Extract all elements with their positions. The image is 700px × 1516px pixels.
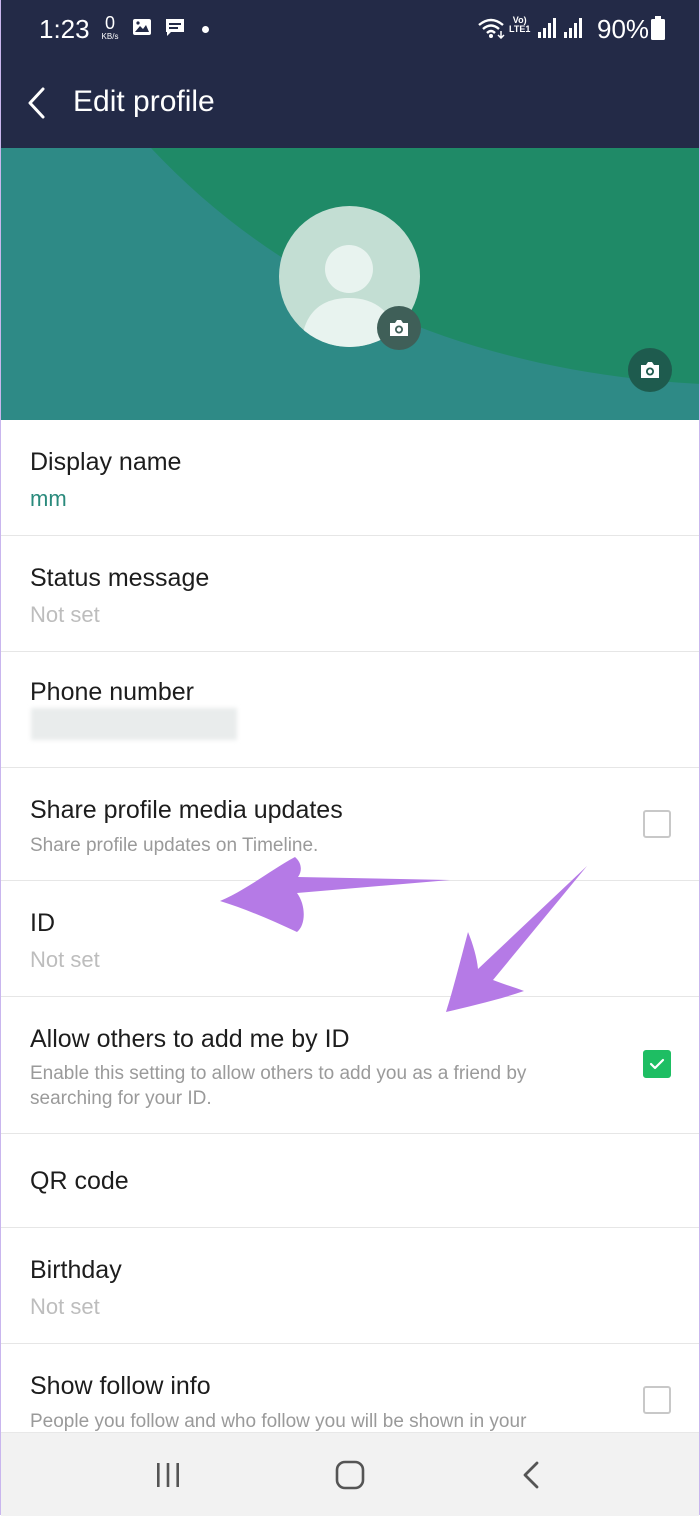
show-follow-info-desc: People you follow and who follow you wil… <box>30 1411 527 1432</box>
system-nav-bar <box>1 1432 699 1516</box>
notification-dot <box>202 26 209 33</box>
id-value: Not set <box>30 947 100 972</box>
volte-line2: LTE1 <box>509 24 531 34</box>
show-follow-info-row[interactable]: Show follow info People you follow and w… <box>1 1344 699 1444</box>
profile-cover[interactable] <box>1 148 699 420</box>
id-label: ID <box>30 909 55 937</box>
recents-icon[interactable] <box>151 1459 185 1491</box>
birthday-row[interactable]: Birthday Not set <box>1 1228 699 1344</box>
back-icon[interactable] <box>515 1459 549 1491</box>
share-media-row[interactable]: Share profile media updates Share profil… <box>1 768 699 881</box>
display-name-value: mm <box>30 486 67 511</box>
show-follow-info-label: Show follow info <box>30 1372 211 1400</box>
share-media-desc: Share profile updates on Timeline. <box>30 835 319 856</box>
volte-indicator: Vo) LTE1 <box>509 16 530 34</box>
allow-add-by-id-desc: Enable this setting to allow others to a… <box>30 1063 527 1109</box>
allow-add-by-id-checkbox[interactable] <box>643 1050 671 1078</box>
id-row[interactable]: ID Not set <box>1 881 699 997</box>
qr-code-row[interactable]: QR code <box>1 1134 699 1228</box>
display-name-label: Display name <box>30 448 182 476</box>
app-bar: Edit profile <box>1 58 699 148</box>
profile-settings-list: Display name mm Status message Not set P… <box>1 420 699 1444</box>
check-icon <box>649 1058 665 1070</box>
cover-camera-button[interactable] <box>628 348 672 392</box>
phone-number-redacted <box>31 708 237 740</box>
battery-icon <box>651 16 665 40</box>
share-media-label: Share profile media updates <box>30 796 343 824</box>
birthday-value: Not set <box>30 1294 100 1319</box>
network-speed: 0 KB/s <box>97 14 123 41</box>
signal-icon <box>538 18 556 38</box>
network-speed-unit: KB/s <box>101 32 119 41</box>
status-message-label: Status message <box>30 564 210 592</box>
signal-icon-2 <box>564 18 582 38</box>
gallery-icon <box>133 19 151 35</box>
status-bar: 1:23 0 KB/s Vo) LTE1 90% <box>1 0 699 58</box>
allow-add-by-id-label: Allow others to add me by ID <box>30 1025 350 1053</box>
camera-icon <box>390 320 408 336</box>
display-name-row[interactable]: Display name mm <box>1 420 699 536</box>
wifi-icon <box>478 18 505 39</box>
birthday-label: Birthday <box>30 1256 122 1284</box>
avatar-camera-button[interactable] <box>377 306 421 350</box>
network-speed-value: 0 <box>104 13 115 33</box>
message-icon <box>166 19 184 36</box>
phone-number-label: Phone number <box>30 678 195 706</box>
status-message-row[interactable]: Status message Not set <box>1 536 699 652</box>
page-title: Edit profile <box>73 85 215 118</box>
camera-icon <box>641 362 659 378</box>
status-message-value: Not set <box>30 602 100 627</box>
home-icon[interactable] <box>333 1459 367 1491</box>
show-follow-info-checkbox[interactable] <box>643 1386 671 1414</box>
qr-code-label: QR code <box>30 1167 129 1195</box>
battery-percent: 90% <box>597 14 650 44</box>
status-time: 1:23 <box>39 14 90 44</box>
share-media-checkbox[interactable] <box>643 810 671 838</box>
phone-number-row[interactable]: Phone number <box>1 652 699 768</box>
chevron-left-icon[interactable] <box>23 86 51 120</box>
allow-add-by-id-row[interactable]: Allow others to add me by ID Enable this… <box>1 997 699 1134</box>
